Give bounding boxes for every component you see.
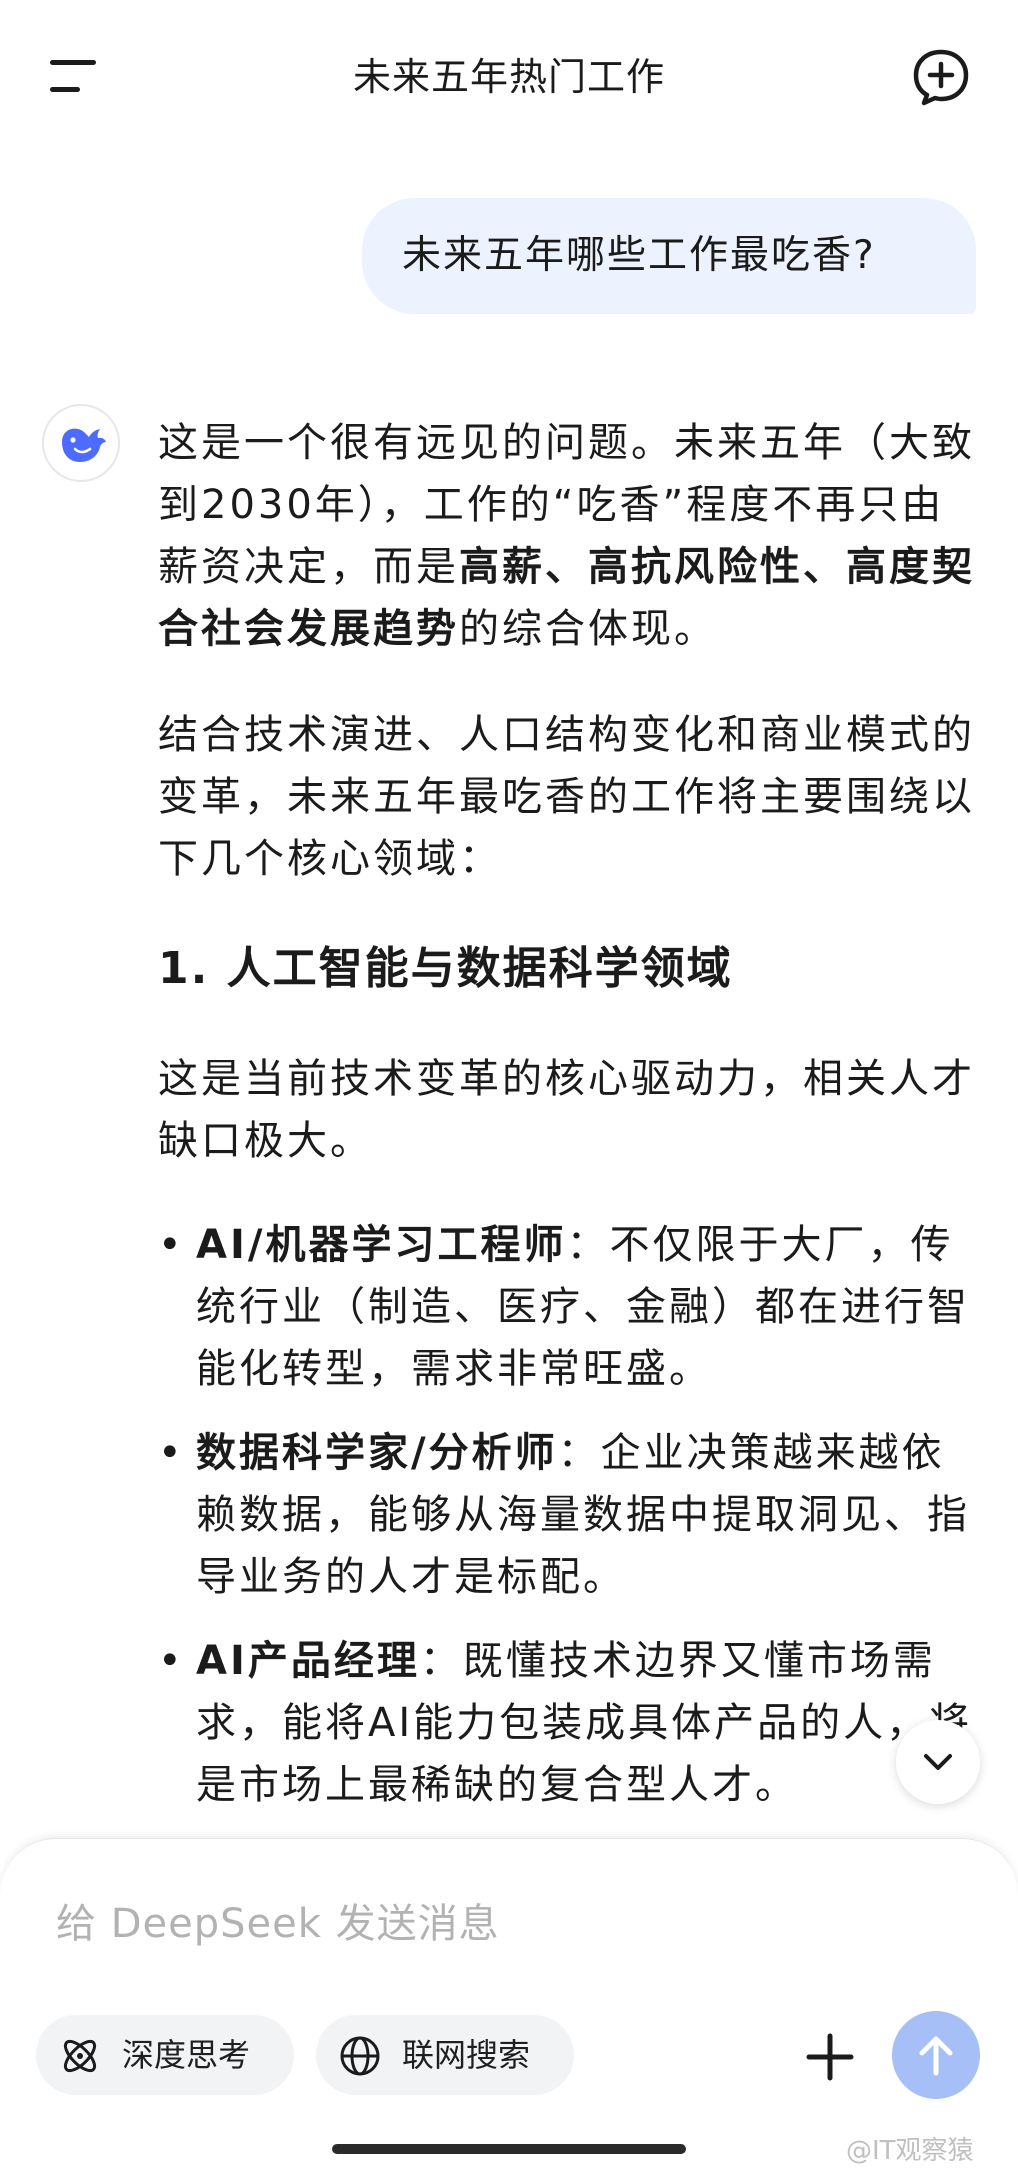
weibo-watermark: @IT观察猿: [846, 2136, 974, 2166]
message-composer: 给 DeepSeek 发送消息 深度思考 联网搜索: [0, 1838, 1018, 2172]
section-description: 这是当前技术变革的核心驱动力，相关人才缺口极大。: [158, 1056, 975, 1164]
intro-text-end: 的综合体现。: [459, 606, 717, 652]
job-title: AI产品经理: [196, 1638, 420, 1684]
send-button[interactable]: [892, 2011, 980, 2099]
plus-icon[interactable]: [806, 2033, 854, 2081]
arrow-up-icon: [919, 2036, 953, 2076]
answer-content-clip: 这是一个很有远见的问题。未来五年（大致到2030年），工作的“吃香”程度不再只由…: [158, 412, 978, 1842]
deepseek-avatar: [42, 404, 120, 482]
list-item: AI产品经理：既懂技术边界又懂市场需求，能将AI能力包装成具体产品的人，将是市场…: [158, 1630, 978, 1816]
atom-icon: [63, 2039, 97, 2073]
assistant-answer: 这是一个很有远见的问题。未来五年（大致到2030年），工作的“吃香”程度不再只由…: [158, 412, 978, 1842]
job-list: AI/机器学习工程师：不仅限于大厂，传统行业（制造、医疗、金融）都在进行智能化转…: [158, 1214, 978, 1816]
list-item: AI/机器学习工程师：不仅限于大厂，传统行业（制造、医疗、金融）都在进行智能化转…: [158, 1214, 978, 1400]
answer-intro: 这是一个很有远见的问题。未来五年（大致到2030年），工作的“吃香”程度不再只由…: [158, 412, 978, 660]
home-indicator: [332, 2144, 686, 2154]
job-title: 数据科学家/分析师: [196, 1430, 558, 1476]
scroll-to-bottom-button[interactable]: [896, 1720, 980, 1804]
deepseek-whale-logo-icon: [62, 428, 106, 462]
section-heading: 1. 人工智能与数据科学领域: [158, 943, 733, 994]
job-title: AI/机器学习工程师: [196, 1222, 567, 1268]
web-search-label: 联网搜索: [402, 2036, 531, 2074]
deep-think-toggle[interactable]: 深度思考: [36, 2015, 294, 2095]
new-chat-icon[interactable]: [912, 48, 970, 106]
list-item: 数据科学家/分析师：企业决策越来越依赖数据，能够从海量数据中提取洞见、指导业务的…: [158, 1422, 978, 1608]
chevron-down-icon: [924, 1754, 952, 1770]
message-input[interactable]: 给 DeepSeek 发送消息: [56, 1891, 500, 1949]
top-bar: 未来五年热门工作: [0, 0, 1018, 150]
globe-icon: [340, 2036, 380, 2076]
chat-title: 未来五年热门工作: [352, 55, 665, 99]
deep-think-label: 深度思考: [122, 2036, 251, 2074]
answer-paragraph: 结合技术演进、人口结构变化和商业模式的变革，未来五年最吃香的工作将主要围绕以下几…: [158, 712, 975, 882]
user-message-bubble: 未来五年哪些工作最吃香?: [362, 198, 976, 314]
web-search-toggle[interactable]: 联网搜索: [316, 2015, 574, 2095]
